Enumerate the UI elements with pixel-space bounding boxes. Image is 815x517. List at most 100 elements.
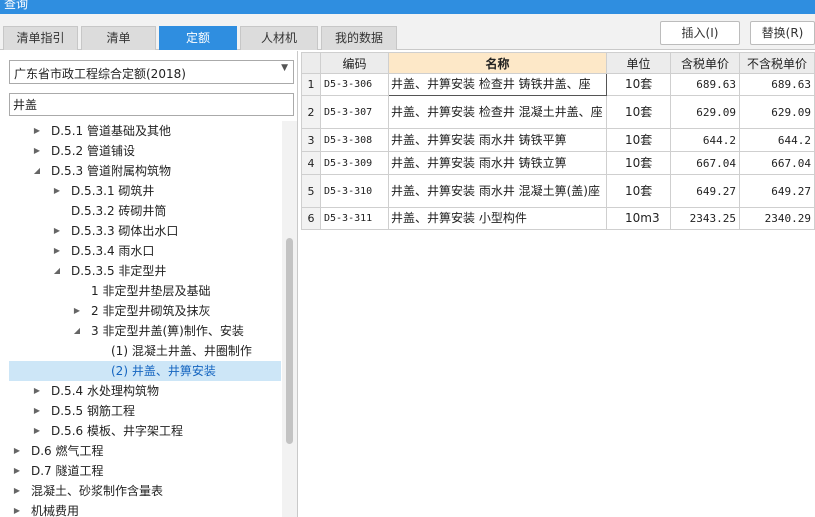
cell-code[interactable]: D5-3-307 bbox=[320, 95, 389, 129]
tree-item[interactable]: ▶ D.5.3.3 砌体出水口 bbox=[9, 221, 281, 241]
quota-tree: ▶ D.5.1 管道基础及其他 ▶ D.5.2 管道铺设 ◢ D.5.3 管道附… bbox=[0, 121, 282, 517]
cell-code[interactable]: D5-3-308 bbox=[320, 128, 389, 152]
tree-item[interactable]: ◢ D.5.3.5 非定型井 bbox=[9, 261, 281, 281]
tree-item[interactable]: ▶ D.5.4 水处理构筑物 bbox=[9, 381, 281, 401]
insert-button[interactable]: 插入(I) bbox=[660, 21, 740, 45]
cell-name[interactable]: 井盖、井箅安装 检查井 铸铁井盖、座 bbox=[388, 73, 607, 96]
expand-icon[interactable]: ▶ bbox=[32, 401, 42, 421]
tree-item-label: D.5.1 管道基础及其他 bbox=[51, 124, 171, 138]
tree-item[interactable]: ◢ D.5.3 管道附属构筑物 bbox=[9, 161, 281, 181]
tab-bar: 清单指引 清单 定额 人材机 我的数据 插入(I) 替换(R) bbox=[0, 14, 815, 50]
tree-item-label: (2) 井盖、井箅安装 bbox=[111, 364, 216, 378]
quota-library-select[interactable]: 广东省市政工程综合定额(2018) ▼ bbox=[9, 60, 294, 84]
tree-item[interactable]: ▶ D.5.2 管道铺设 bbox=[9, 141, 281, 161]
expand-icon[interactable]: ▶ bbox=[12, 501, 22, 517]
table-row[interactable]: 6 D5-3-311 井盖、井箅安装 小型构件 10m3 2343.25 234… bbox=[301, 207, 815, 230]
cell-name[interactable]: 井盖、井箅安装 小型构件 bbox=[388, 207, 607, 230]
cell-price-tax[interactable]: 689.63 bbox=[670, 73, 740, 96]
cell-price-tax[interactable]: 649.27 bbox=[670, 174, 740, 208]
expand-icon[interactable]: ▶ bbox=[32, 421, 42, 441]
tree-item-label: D.5.3.5 非定型井 bbox=[71, 264, 167, 278]
scrollbar-thumb[interactable] bbox=[286, 238, 293, 444]
tab-list-guide[interactable]: 清单指引 bbox=[3, 26, 78, 50]
cell-unit[interactable]: 10套 bbox=[606, 151, 671, 175]
cell-price-tax[interactable]: 629.09 bbox=[670, 95, 740, 129]
expand-icon[interactable]: ▶ bbox=[32, 381, 42, 401]
tree-item[interactable]: ▶ D.5.3.4 雨水口 bbox=[9, 241, 281, 261]
col-header-price-tax[interactable]: 含税单价 bbox=[670, 52, 740, 74]
row-index: 1 bbox=[301, 73, 321, 96]
table-row[interactable]: 3 D5-3-308 井盖、井箅安装 雨水井 铸铁平箅 10套 644.2 64… bbox=[301, 128, 815, 152]
cell-unit[interactable]: 10套 bbox=[606, 95, 671, 129]
tab-list[interactable]: 清单 bbox=[81, 26, 156, 50]
expand-icon[interactable]: ▶ bbox=[72, 301, 82, 321]
cell-name[interactable]: 井盖、井箅安装 雨水井 混凝土箅(盖)座 bbox=[388, 174, 607, 208]
tree-item-label: D.6 燃气工程 bbox=[31, 444, 104, 458]
col-header-name[interactable]: 名称 bbox=[388, 52, 607, 74]
tree-item[interactable]: (1) 混凝土井盖、井圈制作 bbox=[9, 341, 281, 361]
cell-name[interactable]: 井盖、井箅安装 检查井 混凝土井盖、座 bbox=[388, 95, 607, 129]
collapse-icon[interactable]: ◢ bbox=[32, 161, 42, 181]
tree-item[interactable]: D.5.3.2 砖砌井筒 bbox=[9, 201, 281, 221]
cell-unit[interactable]: 10套 bbox=[606, 128, 671, 152]
expand-icon[interactable]: ▶ bbox=[32, 121, 42, 141]
cell-code[interactable]: D5-3-311 bbox=[320, 207, 389, 230]
tree-item[interactable]: ▶ D.5.5 钢筋工程 bbox=[9, 401, 281, 421]
cell-price-tax[interactable]: 644.2 bbox=[670, 128, 740, 152]
table-row[interactable]: 2 D5-3-307 井盖、井箅安装 检查井 混凝土井盖、座 10套 629.0… bbox=[301, 95, 815, 129]
cell-name[interactable]: 井盖、井箅安装 雨水井 铸铁立箅 bbox=[388, 151, 607, 175]
cell-price-tax[interactable]: 667.04 bbox=[670, 151, 740, 175]
col-header-price-notax[interactable]: 不含税单价 bbox=[739, 52, 815, 74]
expand-icon[interactable]: ▶ bbox=[52, 241, 62, 261]
col-header-code[interactable]: 编码 bbox=[320, 52, 389, 74]
collapse-icon[interactable]: ◢ bbox=[72, 321, 82, 341]
tree-item[interactable]: ▶ 混凝土、砂浆制作含量表 bbox=[9, 481, 281, 501]
expand-icon[interactable]: ▶ bbox=[12, 481, 22, 501]
search-input[interactable] bbox=[9, 93, 294, 116]
expand-icon[interactable]: ▶ bbox=[52, 181, 62, 201]
tree-item-selected[interactable]: (2) 井盖、井箅安装 bbox=[9, 361, 281, 381]
tree-item[interactable]: ▶ D.5.3.1 砌筑井 bbox=[9, 181, 281, 201]
col-header-unit[interactable]: 单位 bbox=[606, 52, 671, 74]
expand-icon[interactable]: ▶ bbox=[12, 441, 22, 461]
cell-price-notax[interactable]: 689.63 bbox=[739, 73, 815, 96]
cell-code[interactable]: D5-3-306 bbox=[320, 73, 389, 96]
tab-quota[interactable]: 定额 bbox=[159, 26, 237, 50]
cell-name[interactable]: 井盖、井箅安装 雨水井 铸铁平箅 bbox=[388, 128, 607, 152]
expand-icon[interactable]: ▶ bbox=[12, 461, 22, 481]
tree-item-label: D.5.2 管道铺设 bbox=[51, 144, 135, 158]
cell-code[interactable]: D5-3-310 bbox=[320, 174, 389, 208]
tree-item[interactable]: ▶ D.5.1 管道基础及其他 bbox=[9, 121, 281, 141]
table-row[interactable]: 1 D5-3-306 井盖、井箅安装 检查井 铸铁井盖、座 10套 689.63… bbox=[301, 73, 815, 96]
cell-price-notax[interactable]: 667.04 bbox=[739, 151, 815, 175]
tab-materials[interactable]: 人材机 bbox=[240, 26, 318, 50]
cell-price-notax[interactable]: 2340.29 bbox=[739, 207, 815, 230]
cell-unit[interactable]: 10m3 bbox=[606, 207, 671, 230]
tree-item-label: D.5.4 水处理构筑物 bbox=[51, 384, 159, 398]
cell-price-notax[interactable]: 629.09 bbox=[739, 95, 815, 129]
quota-library-value: 广东省市政工程综合定额(2018) bbox=[14, 67, 186, 81]
tree-item[interactable]: ▶ D.6 燃气工程 bbox=[9, 441, 281, 461]
cell-price-notax[interactable]: 649.27 bbox=[739, 174, 815, 208]
tree-item[interactable]: ▶ D.7 隧道工程 bbox=[9, 461, 281, 481]
table-row[interactable]: 4 D5-3-309 井盖、井箅安装 雨水井 铸铁立箅 10套 667.04 6… bbox=[301, 151, 815, 175]
cell-unit[interactable]: 10套 bbox=[606, 174, 671, 208]
collapse-icon[interactable]: ◢ bbox=[52, 261, 62, 281]
cell-code[interactable]: D5-3-309 bbox=[320, 151, 389, 175]
expand-icon[interactable]: ▶ bbox=[32, 141, 42, 161]
tree-item-label: D.5.3.2 砖砌井筒 bbox=[71, 204, 167, 218]
tree-item-label: D.5.3 管道附属构筑物 bbox=[51, 164, 171, 178]
cell-unit[interactable]: 10套 bbox=[606, 73, 671, 96]
tree-item[interactable]: ◢ 3 非定型井盖(箅)制作、安装 bbox=[9, 321, 281, 341]
tab-my-data[interactable]: 我的数据 bbox=[321, 26, 397, 50]
replace-button[interactable]: 替换(R) bbox=[750, 21, 815, 45]
cell-price-tax[interactable]: 2343.25 bbox=[670, 207, 740, 230]
tree-item[interactable]: ▶ D.5.6 模板、井字架工程 bbox=[9, 421, 281, 441]
tree-item[interactable]: ▶ 2 非定型井砌筑及抹灰 bbox=[9, 301, 281, 321]
tree-item[interactable]: 1 非定型井垫层及基础 bbox=[9, 281, 281, 301]
expand-icon[interactable]: ▶ bbox=[52, 221, 62, 241]
tree-scrollbar[interactable] bbox=[282, 121, 297, 517]
cell-price-notax[interactable]: 644.2 bbox=[739, 128, 815, 152]
tree-item[interactable]: ▶ 机械费用 bbox=[9, 501, 281, 517]
table-row[interactable]: 5 D5-3-310 井盖、井箅安装 雨水井 混凝土箅(盖)座 10套 649.… bbox=[301, 174, 815, 208]
